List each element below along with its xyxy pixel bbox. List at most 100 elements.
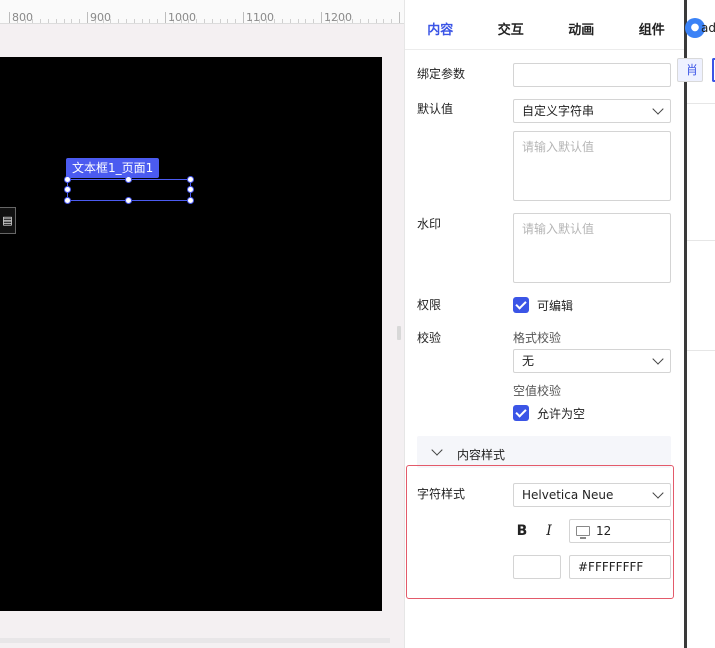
horizontal-ruler: 800 900 1000 1100 1200 [0,0,404,24]
resize-handle-bm[interactable] [125,197,132,204]
ruler-label: 800 [12,11,33,24]
content-style-title: 内容样式 [457,448,506,462]
artboard[interactable] [0,57,382,611]
ruler-major-tick [399,12,400,23]
default-value-label: 默认值 [417,102,454,116]
format-validation-label: 格式校验 [513,331,562,345]
right-strip: ● adı 肖 [677,0,715,648]
default-value-type-select[interactable]: 自定义字符串 [513,99,671,123]
watermark-textarea[interactable]: 请输入默认值 [513,213,671,283]
ruler-minor-tick [149,19,151,23]
ruler-minor-tick [55,19,57,23]
divider [687,103,715,104]
ruler-minor-tick [133,19,135,23]
user-name[interactable]: adı [701,21,715,35]
ruler-label: 1200 [324,11,352,24]
ruler-major-tick [243,12,244,23]
ruler-minor-tick [157,19,159,23]
watermark-label: 水印 [417,217,442,231]
ruler-minor-tick [391,19,393,23]
font-family-text: Helvetica Neue [522,488,614,502]
tab-interaction[interactable]: 交互 [476,0,547,50]
content-style-section[interactable]: 内容样式 [417,436,671,468]
bind-params-label: 绑定参数 [417,67,466,81]
ruler-minor-tick [204,19,205,23]
color-input[interactable]: #FFFFFFFF [569,555,671,579]
validation-label: 校验 [417,331,442,345]
cancel-button[interactable]: 肖 [677,58,703,82]
permission-label: 权限 [417,298,442,312]
ruler-minor-tick [79,19,81,23]
chevron-down-icon [652,353,664,365]
font-family-select[interactable]: Helvetica Neue [513,483,671,507]
chevron-down-icon [652,103,664,115]
allow-empty-label: 允许为空 [537,407,586,421]
resize-handle-tm[interactable] [125,176,132,183]
editable-checkbox[interactable] [513,297,529,313]
ruler-major-tick [321,12,322,23]
resize-handle-ml[interactable] [64,186,71,193]
ruler-minor-tick [352,19,354,23]
tab-component[interactable]: 组件 [617,0,688,50]
ruler-minor-tick [383,19,385,23]
ruler-minor-tick [297,19,299,23]
ruler-label: 1100 [246,11,274,24]
format-validation-select[interactable]: 无 [513,349,671,373]
ruler-minor-tick [126,19,127,23]
ruler-minor-tick [289,19,291,23]
ruler-minor-tick [313,19,315,23]
resize-handle-mr[interactable] [187,186,194,193]
ruler-minor-tick [367,19,369,23]
ruler-minor-tick [141,19,143,23]
ruler-minor-tick [71,19,73,23]
ruler-minor-tick [274,19,276,23]
bind-params-input[interactable] [513,63,671,87]
canvas-horizontal-scrollbar[interactable] [0,638,390,643]
panel-resize-handle[interactable] [397,326,401,340]
format-validation-text: 无 [522,354,535,368]
monitor-icon [576,526,590,539]
default-value-textarea[interactable]: 请输入默认值 [513,131,671,201]
editor-root: 800 900 1000 1100 1200 ▤ 文本框1_页面1 内容 交互 动画 组… [0,0,715,648]
allow-empty-checkbox[interactable] [513,405,529,421]
ruler-minor-tick [211,19,213,23]
divider [687,240,715,241]
resize-handle-tl[interactable] [64,176,71,183]
properties-panel: 内容 交互 动画 组件 绑定参数 默认值 自定义字符串 请输入默认值 水印 请输… [404,0,687,648]
selected-element-tag[interactable]: 文本框1_页面1 [66,158,160,178]
ruler-minor-tick [118,19,120,23]
tab-content[interactable]: 内容 [405,0,476,50]
empty-validation-label: 空值校验 [513,384,562,398]
bold-button[interactable]: B [513,522,531,540]
ruler-minor-tick [40,19,42,23]
font-size-input[interactable]: 12 [569,519,671,543]
divider [687,350,715,351]
resize-handle-bl[interactable] [64,197,71,204]
default-value-type-text: 自定义字符串 [522,104,595,118]
ruler-major-tick [87,12,88,23]
ruler-minor-tick [48,19,49,23]
ruler-minor-tick [227,19,229,23]
clipboard-icon[interactable]: ▤ [0,207,16,234]
ruler-minor-tick [235,19,237,23]
resize-handle-tr[interactable] [187,176,194,183]
ruler-minor-tick [63,19,65,23]
ruler-minor-tick [360,19,361,23]
panel-tabs: 内容 交互 动画 组件 [405,0,687,50]
ruler-minor-tick [219,19,221,23]
ruler-minor-tick [375,19,377,23]
italic-button[interactable]: I [540,522,558,540]
tab-animation[interactable]: 动画 [546,0,617,50]
chevron-down-icon [652,487,664,499]
ruler-major-tick [9,12,10,23]
color-swatch[interactable] [513,555,561,579]
ruler-label: 900 [90,11,111,24]
char-style-label: 字符样式 [417,487,466,501]
ruler-minor-tick [196,19,198,23]
ruler-label: 1000 [168,11,196,24]
resize-handle-br[interactable] [187,197,194,204]
font-size-value: 12 [596,524,612,538]
editable-label: 可编辑 [537,299,574,313]
ruler-minor-tick [305,19,307,23]
chevron-down-icon [431,444,443,456]
